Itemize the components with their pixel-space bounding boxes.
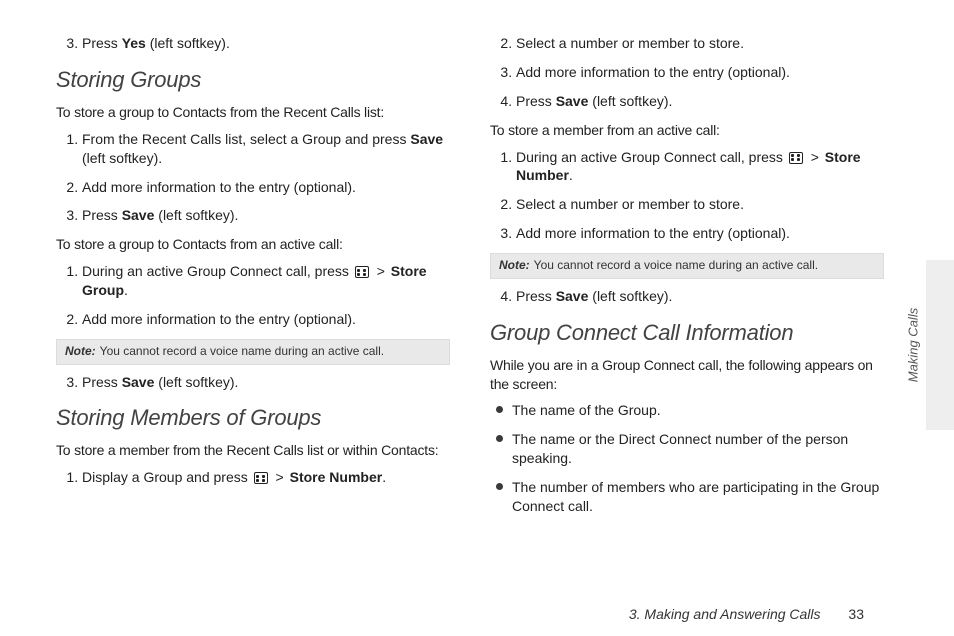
step-text: Press [516, 93, 556, 109]
side-tab-label: Making Calls [905, 308, 920, 382]
softkey-label: Yes [122, 35, 146, 51]
steps-store-group-active: During an active Group Connect call, pre… [56, 262, 450, 329]
list-item: Select a number or member to store. [516, 195, 884, 214]
step-text: (left softkey). [588, 288, 672, 304]
list-item: Press Save (left softkey). [82, 206, 450, 225]
list-item: The number of members who are participat… [496, 478, 884, 516]
steps-store-member-active: During an active Group Connect call, pre… [490, 148, 884, 244]
intro-text: To store a group to Contacts from the Re… [56, 103, 450, 122]
list-item: The name of the Group. [496, 401, 884, 420]
continued-steps-top: Press Yes (left softkey). [56, 34, 450, 53]
list-item: From the Recent Calls list, select a Gro… [82, 130, 450, 168]
list-item: Select a number or member to store. [516, 34, 884, 53]
list-item: Press Save (left softkey). [516, 92, 884, 111]
step-text: (left softkey). [146, 35, 230, 51]
note-box: Note: You cannot record a voice name duri… [56, 339, 450, 365]
steps-store-member-recent: Display a Group and press > Store Number… [56, 468, 450, 487]
menu-label: Store Number [290, 469, 383, 485]
list-item: During an active Group Connect call, pre… [516, 148, 884, 186]
list-item: Add more information to the entry (optio… [82, 310, 450, 329]
softkey-label: Save [410, 131, 443, 147]
list-item: Press Save (left softkey). [82, 373, 450, 392]
list-item: Press Save (left softkey). [516, 287, 884, 306]
steps-store-member-recent-cont: Select a number or member to store. Add … [490, 34, 884, 111]
heading-group-connect-info: Group Connect Call Information [490, 320, 884, 346]
intro-text: To store a member from an active call: [490, 121, 884, 140]
footer-section: 3. Making and Answering Calls [629, 606, 821, 622]
step-text: From the Recent Calls list, select a Gro… [82, 131, 410, 147]
step-text: Press [82, 207, 122, 223]
list-item: Press Yes (left softkey). [82, 34, 450, 53]
step-text: (left softkey). [588, 93, 672, 109]
heading-storing-groups: Storing Groups [56, 67, 450, 93]
note-label: Note: [65, 344, 96, 358]
step-text: Press [82, 35, 122, 51]
steps-store-group-active-cont: Press Save (left softkey). [56, 373, 450, 392]
steps-store-member-active-cont: Press Save (left softkey). [490, 287, 884, 306]
note-text: You cannot record a voice name during an… [534, 258, 818, 272]
softkey-label: Save [556, 288, 589, 304]
softkey-label: Save [556, 93, 589, 109]
right-column: Select a number or member to store. Add … [490, 28, 884, 526]
intro-text: To store a group to Contacts from an act… [56, 235, 450, 254]
step-text: Press [82, 374, 122, 390]
step-text: Display a Group and press [82, 469, 252, 485]
group-connect-bullets: The name of the Group. The name or the D… [490, 401, 884, 515]
note-text: You cannot record a voice name during an… [100, 344, 384, 358]
heading-storing-members: Storing Members of Groups [56, 405, 450, 431]
step-text: (left softkey). [82, 150, 162, 166]
page-number: 33 [848, 606, 864, 622]
note-box: Note: You cannot record a voice name duri… [490, 253, 884, 279]
list-item: Add more information to the entry (optio… [516, 63, 884, 82]
page-footer: 3. Making and Answering Calls 33 [629, 606, 864, 622]
chevron-right: > [807, 149, 823, 165]
note-label: Note: [499, 258, 530, 272]
list-item: Add more information to the entry (optio… [516, 224, 884, 243]
list-item: Add more information to the entry (optio… [82, 178, 450, 197]
steps-store-group-recent: From the Recent Calls list, select a Gro… [56, 130, 450, 226]
left-column: Press Yes (left softkey). Storing Groups… [56, 28, 450, 526]
step-text: (left softkey). [154, 374, 238, 390]
step-text: (left softkey). [154, 207, 238, 223]
document-page: Press Yes (left softkey). Storing Groups… [0, 0, 954, 526]
list-item: During an active Group Connect call, pre… [82, 262, 450, 300]
contacts-icon [355, 266, 369, 278]
chevron-right: > [373, 263, 389, 279]
contacts-icon [254, 472, 268, 484]
step-text: During an active Group Connect call, pre… [516, 149, 787, 165]
contacts-icon [789, 152, 803, 164]
step-text: During an active Group Connect call, pre… [82, 263, 353, 279]
chevron-right: > [272, 469, 288, 485]
intro-text: To store a member from the Recent Calls … [56, 441, 450, 460]
list-item: The name or the Direct Connect number of… [496, 430, 884, 468]
intro-text: While you are in a Group Connect call, t… [490, 356, 884, 394]
list-item: Display a Group and press > Store Number… [82, 468, 450, 487]
softkey-label: Save [122, 374, 155, 390]
step-text: Press [516, 288, 556, 304]
softkey-label: Save [122, 207, 155, 223]
side-tab: Making Calls [926, 260, 954, 430]
